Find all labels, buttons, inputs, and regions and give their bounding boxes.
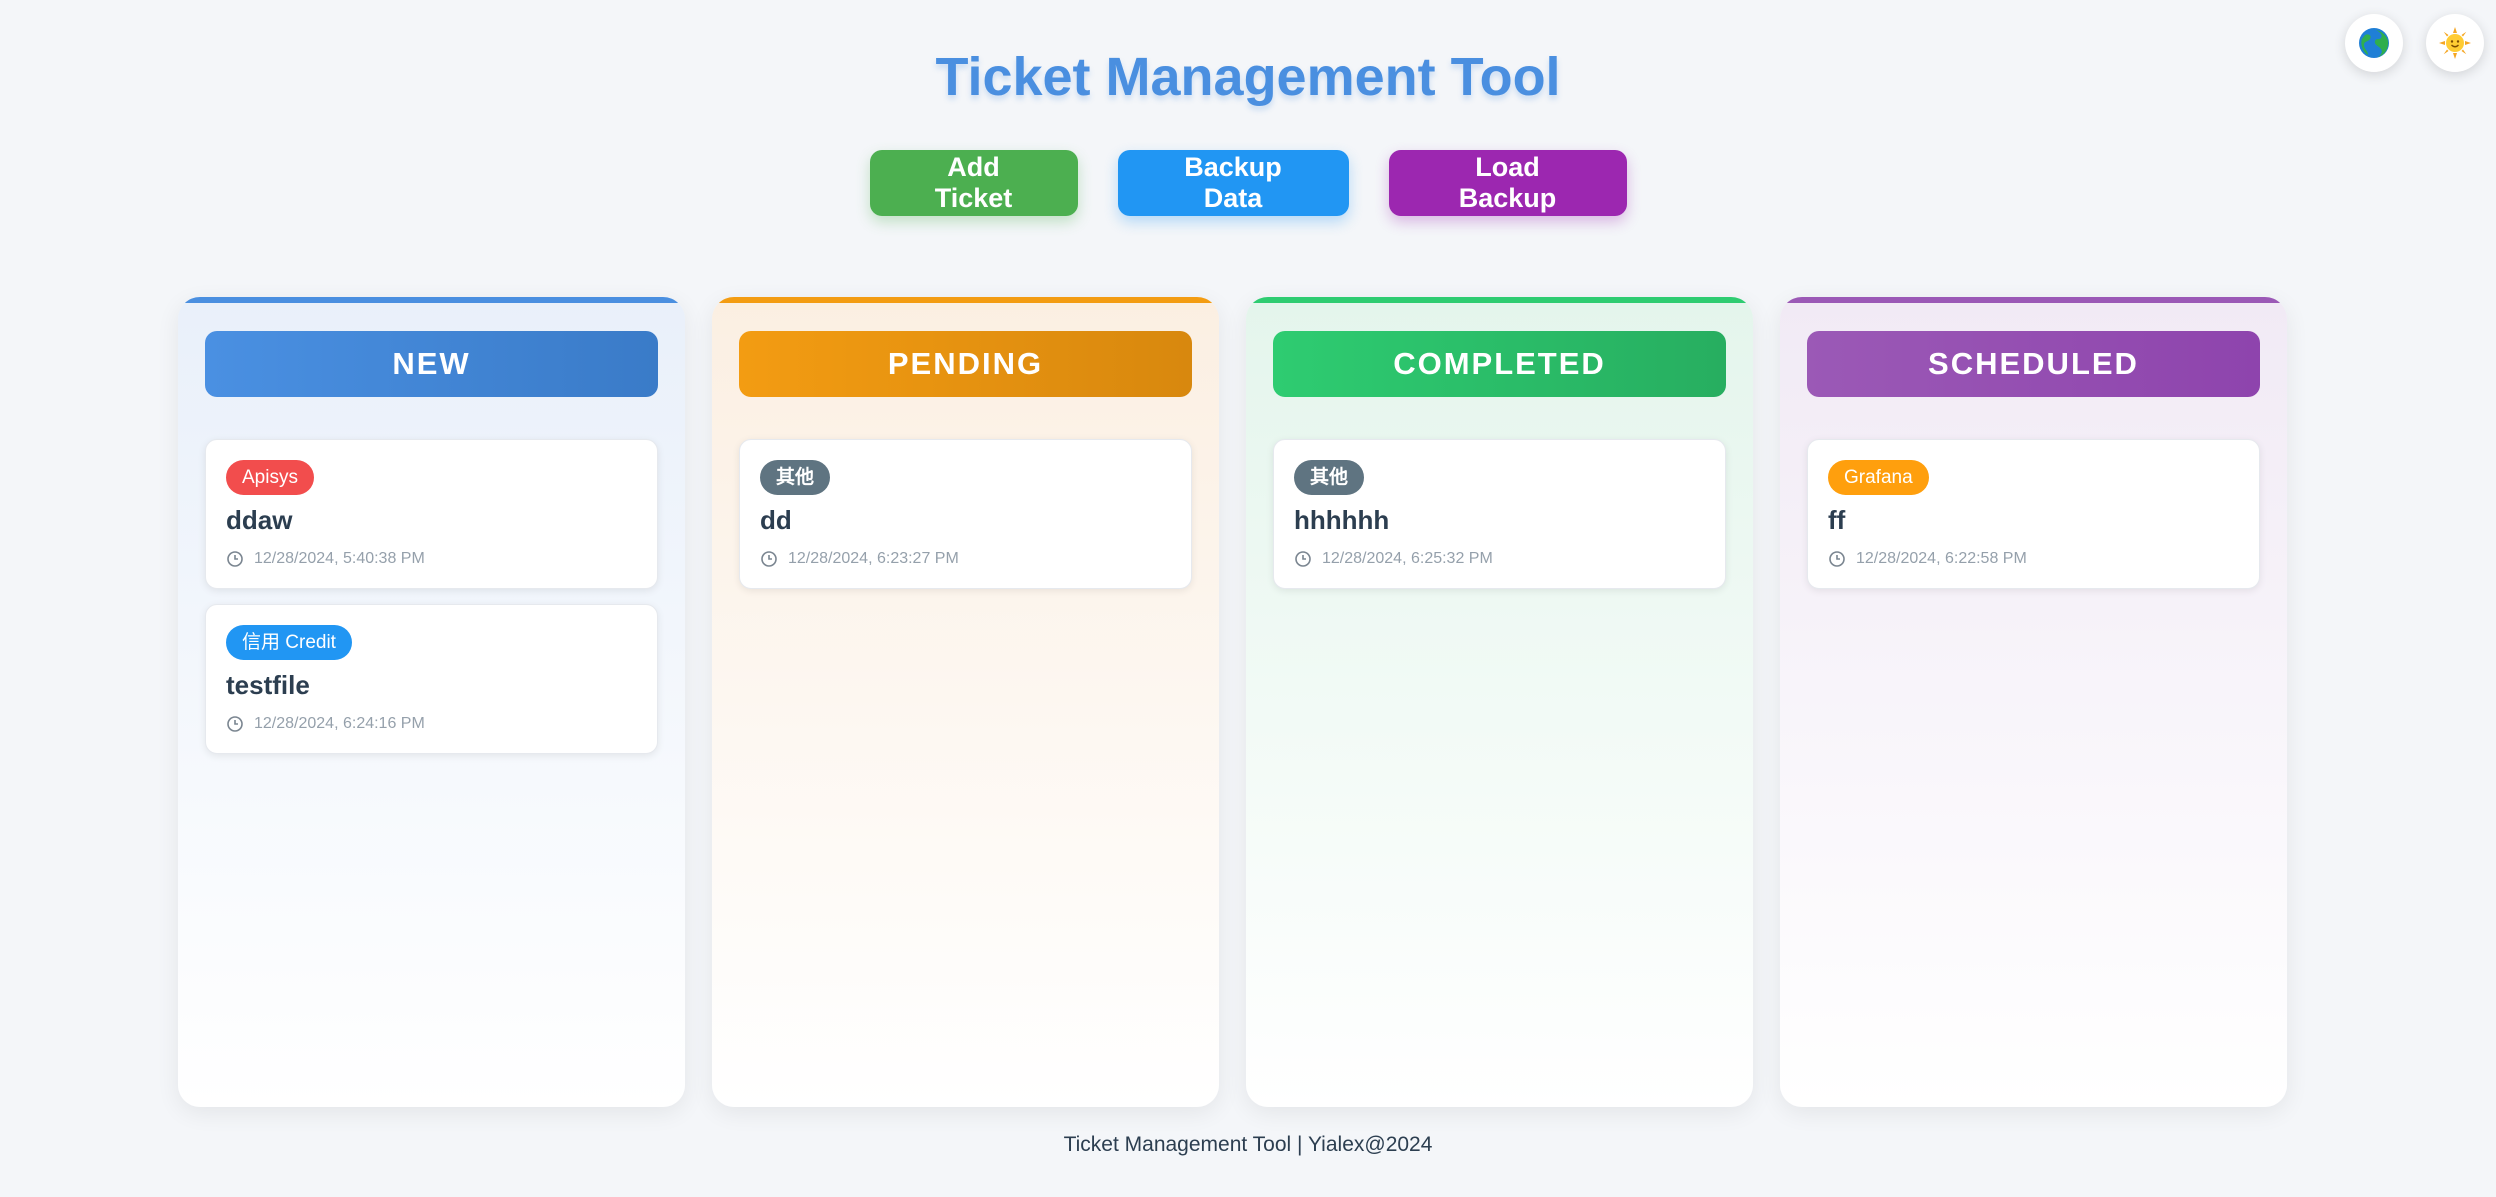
ticket-title: hhhhhh	[1294, 505, 1390, 535]
clock-icon	[1829, 551, 1845, 567]
kanban-board: NEW Apisys ddaw 12/28/2024, 5:40:38 PM 信…	[178, 297, 2287, 1107]
ticket-time-text: 12/28/2024, 6:22:58 PM	[1856, 550, 2027, 567]
ticket-tag: 其他	[1294, 460, 1365, 495]
ticket-time-text: 12/28/2024, 6:23:27 PM	[788, 550, 959, 567]
ticket-tag: Grafana	[1828, 460, 1929, 495]
ticket-timestamp: 12/28/2024, 6:23:27 PM	[760, 550, 1171, 568]
ticket-timestamp: 12/28/2024, 6:25:32 PM	[1294, 550, 1705, 568]
ticket-card[interactable]: 其他 hhhhhh 12/28/2024, 6:25:32 PM	[1273, 439, 1726, 589]
column-new: NEW Apisys ddaw 12/28/2024, 5:40:38 PM 信…	[178, 297, 685, 1107]
ticket-title: ddaw	[226, 505, 293, 535]
ticket-time-text: 12/28/2024, 6:24:16 PM	[254, 715, 425, 732]
ticket-card[interactable]: 信用 Credit testfile 12/28/2024, 6:24:16 P…	[205, 604, 658, 754]
ticket-timestamp: 12/28/2024, 6:24:16 PM	[226, 715, 637, 733]
ticket-tag: 其他	[760, 460, 831, 495]
backup-data-button[interactable]: Backup Data	[1117, 150, 1349, 216]
ticket-card[interactable]: Apisys ddaw 12/28/2024, 5:40:38 PM	[205, 439, 658, 589]
ticket-title: dd	[760, 505, 792, 535]
load-backup-button[interactable]: Load Backup	[1388, 150, 1627, 216]
page: Ticket Management Tool Add Ticket Backup…	[0, 0, 2496, 1197]
column-header-scheduled: SCHEDULED	[1807, 331, 2260, 397]
ticket-tag: 信用 Credit	[226, 625, 352, 660]
ticket-time-text: 12/28/2024, 6:25:32 PM	[1322, 550, 1493, 567]
clock-icon	[227, 716, 243, 732]
footer-text: Ticket Management Tool | Yialex@2024	[1063, 1133, 1433, 1156]
column-scheduled: SCHEDULED Grafana ff 12/28/2024, 6:22:58…	[1780, 297, 2287, 1107]
clock-icon	[761, 551, 777, 567]
column-header-new: NEW	[205, 331, 658, 397]
page-title: Ticket Management Tool	[935, 47, 1561, 107]
ticket-card[interactable]: Grafana ff 12/28/2024, 6:22:58 PM	[1807, 439, 2260, 589]
toolbar: Add Ticket Backup Data Load Backup	[0, 150, 2496, 216]
ticket-card[interactable]: 其他 dd 12/28/2024, 6:23:27 PM	[739, 439, 1192, 589]
clock-icon	[1295, 551, 1311, 567]
clock-icon	[227, 551, 243, 567]
ticket-tag: Apisys	[226, 460, 314, 495]
column-completed: COMPLETED 其他 hhhhhh 12/28/2024, 6:25:32 …	[1246, 297, 1753, 1107]
ticket-title: testfile	[226, 670, 310, 700]
column-pending: PENDING 其他 dd 12/28/2024, 6:23:27 PM	[712, 297, 1219, 1107]
column-header-completed: COMPLETED	[1273, 331, 1726, 397]
ticket-timestamp: 12/28/2024, 6:22:58 PM	[1828, 550, 2239, 568]
column-header-pending: PENDING	[739, 331, 1192, 397]
ticket-timestamp: 12/28/2024, 5:40:38 PM	[226, 550, 637, 568]
ticket-time-text: 12/28/2024, 5:40:38 PM	[254, 550, 425, 567]
ticket-title: ff	[1828, 505, 1846, 535]
add-ticket-button[interactable]: Add Ticket	[869, 150, 1078, 216]
